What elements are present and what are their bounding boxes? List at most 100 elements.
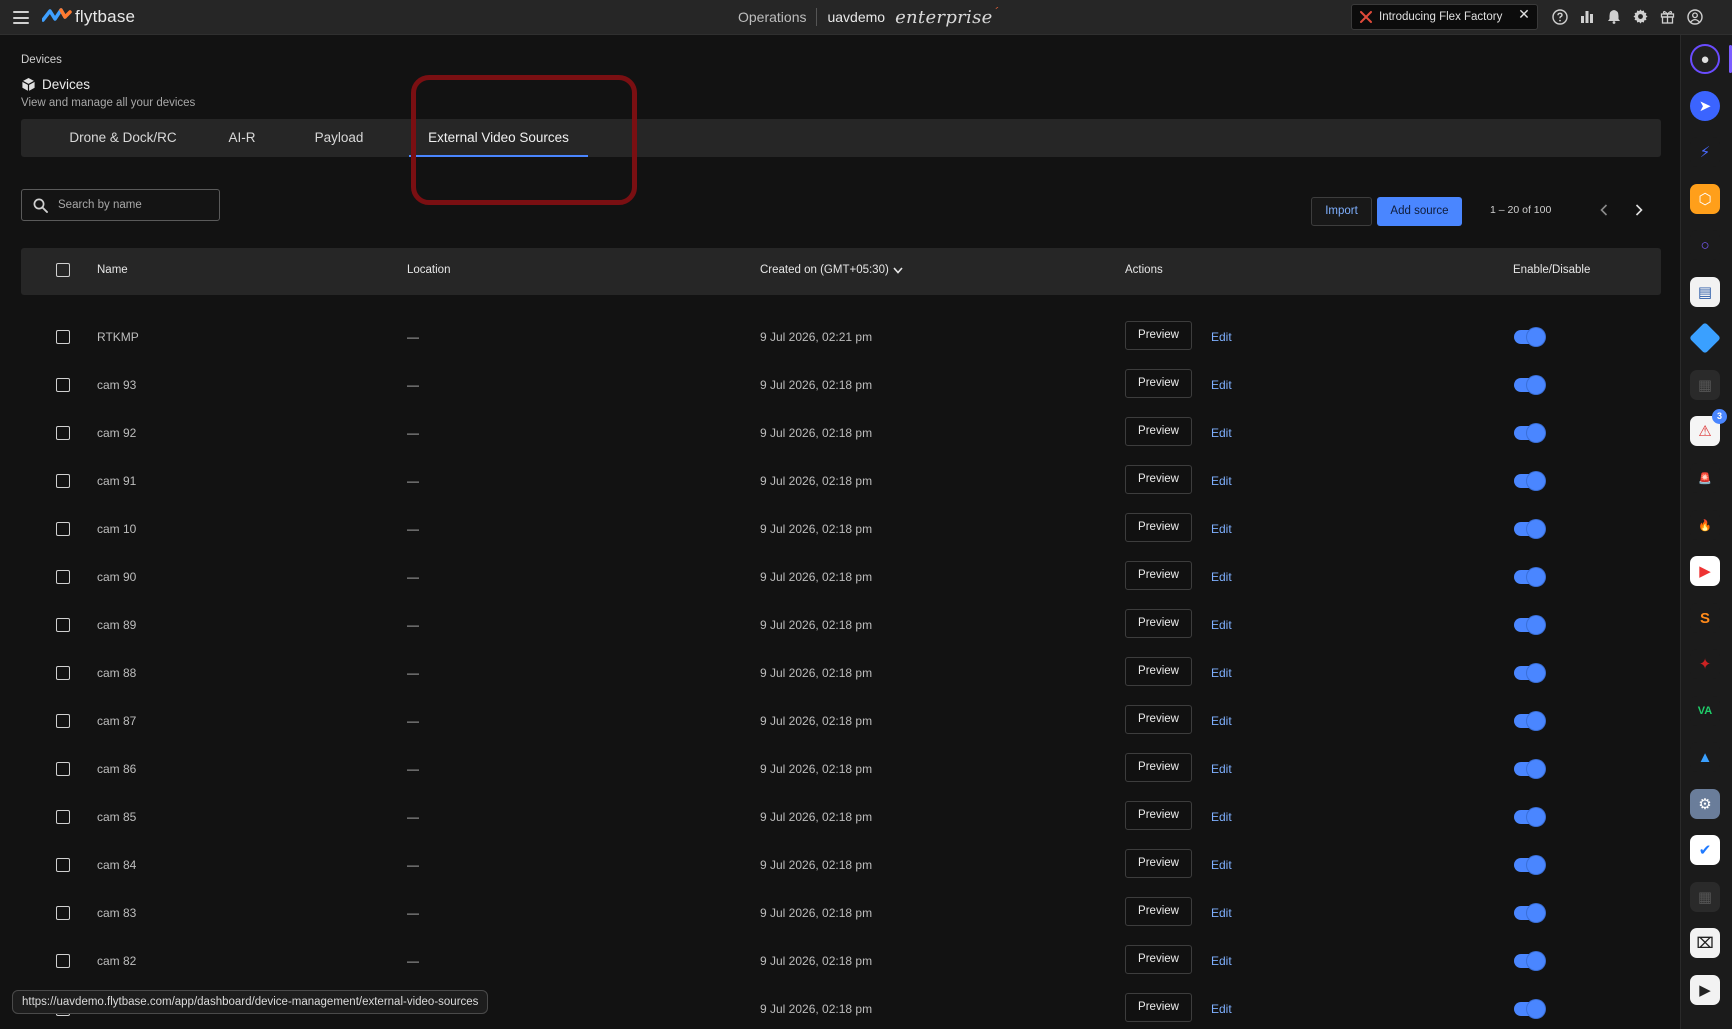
row-checkbox[interactable] — [56, 618, 70, 632]
edit-link[interactable]: Edit — [1211, 601, 1232, 649]
preview-button[interactable]: Preview — [1125, 849, 1192, 878]
row-checkbox[interactable] — [56, 666, 70, 680]
enable-toggle[interactable] — [1514, 856, 1545, 874]
app-robot-icon[interactable]: ⚙ — [1690, 789, 1720, 819]
table-row[interactable]: cam 89 — 9 Jul 2026, 02:18 pm Preview Edit — [21, 601, 1661, 649]
column-location[interactable]: Location — [407, 264, 450, 276]
table-row[interactable]: cam 85 — 9 Jul 2026, 02:18 pm Preview Edit — [21, 793, 1661, 841]
toggle-knob[interactable] — [1527, 616, 1545, 634]
row-checkbox[interactable] — [56, 378, 70, 392]
enable-toggle[interactable] — [1514, 520, 1545, 538]
search-box[interactable] — [21, 189, 220, 221]
preview-button[interactable]: Preview — [1125, 753, 1192, 782]
toggle-knob[interactable] — [1527, 568, 1545, 586]
enable-toggle[interactable] — [1514, 472, 1545, 490]
preview-button[interactable]: Preview — [1125, 561, 1192, 590]
edit-link[interactable]: Edit — [1211, 745, 1232, 793]
edit-link[interactable]: Edit — [1211, 697, 1232, 745]
toggle-knob[interactable] — [1527, 664, 1545, 682]
app-diamond-icon[interactable] — [1689, 322, 1721, 354]
toggle-knob[interactable] — [1527, 808, 1545, 826]
edit-link[interactable]: Edit — [1211, 841, 1232, 889]
toggle-knob[interactable] — [1527, 1000, 1545, 1018]
app-check-icon[interactable]: ✔ — [1690, 835, 1720, 865]
table-row[interactable]: cam 84 — 9 Jul 2026, 02:18 pm Preview Edit — [21, 841, 1661, 889]
toggle-knob[interactable] — [1527, 952, 1545, 970]
row-checkbox[interactable] — [56, 810, 70, 824]
tab-payload[interactable]: Payload — [287, 119, 391, 157]
import-button[interactable]: Import — [1311, 197, 1372, 226]
next-page-icon[interactable] — [1630, 202, 1648, 220]
search-input[interactable] — [58, 199, 208, 211]
app-avatar-icon[interactable]: ● — [1690, 44, 1720, 74]
app-s-icon[interactable]: S — [1690, 603, 1720, 633]
enable-toggle[interactable] — [1514, 568, 1545, 586]
org-name[interactable]: uavdemo — [827, 9, 885, 25]
account-icon[interactable] — [1685, 7, 1704, 26]
toggle-knob[interactable] — [1527, 856, 1545, 874]
table-row[interactable]: cam 10 — 9 Jul 2026, 02:18 pm Preview Edit — [21, 505, 1661, 553]
toggle-knob[interactable] — [1527, 424, 1545, 442]
preview-button[interactable]: Preview — [1125, 897, 1192, 926]
preview-button[interactable]: Preview — [1125, 369, 1192, 398]
edit-link[interactable]: Edit — [1211, 889, 1232, 937]
sort-chevron-down-icon[interactable] — [893, 266, 903, 274]
table-row[interactable]: cam 87 — 9 Jul 2026, 02:18 pm Preview Edit — [21, 697, 1661, 745]
column-created-on[interactable]: Created on (GMT+05:30) — [760, 264, 903, 276]
edit-link[interactable]: Edit — [1211, 457, 1232, 505]
table-row[interactable]: cam 86 — 9 Jul 2026, 02:18 pm Preview Edit — [21, 745, 1661, 793]
app-alarm-icon[interactable]: 🚨 — [1690, 463, 1720, 493]
enable-toggle[interactable] — [1514, 760, 1545, 778]
breadcrumb[interactable]: Devices — [21, 54, 62, 66]
add-source-button[interactable]: Add source — [1377, 197, 1462, 226]
app-va-icon[interactable]: VA — [1690, 696, 1720, 726]
app-player-icon[interactable]: ▶ — [1690, 975, 1720, 1005]
edit-link[interactable]: Edit — [1211, 553, 1232, 601]
app-siren-badge-icon[interactable]: ⚠ 3 — [1690, 409, 1727, 446]
table-row[interactable]: cam 90 — 9 Jul 2026, 02:18 pm Preview Edit — [21, 553, 1661, 601]
toggle-knob[interactable] — [1527, 328, 1545, 346]
table-row[interactable]: cam 91 — 9 Jul 2026, 02:18 pm Preview Edit — [21, 457, 1661, 505]
enable-toggle[interactable] — [1514, 664, 1545, 682]
table-row[interactable]: cam 83 — 9 Jul 2026, 02:18 pm Preview Edit — [21, 889, 1661, 937]
edit-link[interactable]: Edit — [1211, 409, 1232, 457]
app-grid2-icon[interactable]: ▦ — [1690, 882, 1720, 912]
tab-ai-r[interactable]: AI-R — [197, 119, 287, 157]
toggle-knob[interactable] — [1527, 376, 1545, 394]
app-genetec-icon[interactable]: ▤ — [1690, 277, 1720, 307]
edit-link[interactable]: Edit — [1211, 313, 1232, 361]
enable-toggle[interactable] — [1514, 376, 1545, 394]
enable-toggle[interactable] — [1514, 904, 1545, 922]
tab-external-video-sources[interactable]: External Video Sources — [409, 119, 588, 157]
gift-icon[interactable] — [1658, 7, 1677, 26]
toggle-knob[interactable] — [1527, 520, 1545, 538]
preview-button[interactable]: Preview — [1125, 945, 1192, 974]
enable-toggle[interactable] — [1514, 712, 1545, 730]
app-hex-icon[interactable]: ⬡ — [1690, 184, 1720, 214]
edit-link[interactable]: Edit — [1211, 649, 1232, 697]
app-grid-icon[interactable]: ▦ — [1690, 370, 1720, 400]
toggle-knob[interactable] — [1527, 472, 1545, 490]
enable-toggle[interactable] — [1514, 952, 1545, 970]
section-label[interactable]: Operations — [738, 9, 806, 25]
app-triangle-icon[interactable]: ▲ — [1690, 742, 1720, 772]
preview-button[interactable]: Preview — [1125, 513, 1192, 542]
promo-banner[interactable]: Introducing Flex Factory — [1351, 4, 1538, 30]
toggle-knob[interactable] — [1527, 904, 1545, 922]
app-logo-icon[interactable]: ✦ — [1690, 649, 1720, 679]
table-row[interactable]: cam 93 — 9 Jul 2026, 02:18 pm Preview Edit — [21, 361, 1661, 409]
app-camera-icon[interactable]: ▶ — [1690, 556, 1720, 586]
toggle-knob[interactable] — [1527, 760, 1545, 778]
preview-button[interactable]: Preview — [1125, 417, 1192, 446]
edit-link[interactable]: Edit — [1211, 361, 1232, 409]
row-checkbox[interactable] — [56, 714, 70, 728]
app-bolt-icon[interactable]: ⚡ — [1690, 137, 1720, 167]
edit-link[interactable]: Edit — [1211, 793, 1232, 841]
preview-button[interactable]: Preview — [1125, 465, 1192, 494]
help-icon[interactable] — [1550, 7, 1569, 26]
prev-page-icon[interactable] — [1595, 202, 1613, 220]
bell-icon[interactable] — [1604, 7, 1623, 26]
select-all-checkbox[interactable] — [56, 263, 70, 277]
app-send-icon[interactable]: ➤ — [1690, 91, 1720, 121]
row-checkbox[interactable] — [56, 906, 70, 920]
